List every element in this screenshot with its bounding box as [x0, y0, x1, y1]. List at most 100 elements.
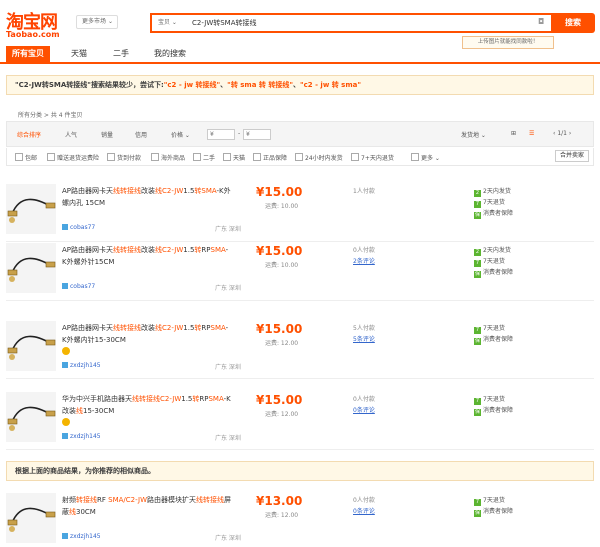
suggestion-link[interactable]: "转 sma 转 转接线" — [227, 81, 293, 89]
service-badge[interactable]: 2 2天内发货 — [474, 245, 511, 256]
service-badge[interactable]: 保消费者保障 — [474, 267, 513, 278]
title-text: 华为中兴手机路由器天 — [62, 395, 132, 403]
price-to-input[interactable]: ¥ — [243, 129, 271, 140]
product-title[interactable]: AP路由器网卡天线转接线改装线C2-JW1.5转RPSMA-K外螺外针15CM — [62, 244, 232, 268]
search-button[interactable]: 搜索 — [551, 13, 595, 33]
service-badge[interactable]: 保消费者保障 — [474, 405, 513, 416]
service-badge[interactable]: 7 7天退货 — [474, 495, 505, 506]
title-text: 改装 — [141, 187, 156, 195]
sales-count: 5人付款 — [353, 325, 375, 332]
filter-more[interactable]: 更多 ⌄ — [411, 153, 440, 162]
service-label: 2天内发货 — [483, 188, 511, 195]
filter-cod[interactable]: 货到付款 — [107, 153, 141, 162]
product-thumb[interactable] — [6, 243, 56, 293]
region-select[interactable]: 更多市场 ⌄ — [76, 15, 118, 29]
tab-all[interactable]: 所有宝贝 — [6, 46, 50, 62]
product-title[interactable]: AP路由器网卡天线转接线改装线C2-JW1.5转RPSMA-K外螺内针15-30… — [62, 322, 232, 346]
service-icon: 7 — [474, 327, 481, 334]
title-text: RP — [201, 324, 211, 332]
product-image[interactable] — [6, 184, 56, 234]
filter-24h-ship[interactable]: 24小时内发货 — [295, 153, 343, 162]
shop-link[interactable]: zxdzjh145 — [62, 433, 101, 440]
service-icon: 7 — [474, 201, 481, 208]
sort-sales[interactable]: 销量 — [101, 130, 113, 139]
filter-tmall[interactable]: 天猫 — [223, 153, 245, 162]
service-icon: 2 — [474, 190, 481, 197]
product-price: ¥15.00 — [256, 244, 303, 258]
breadcrumb-root[interactable]: 所有分类 — [18, 112, 42, 119]
sort-price-label: 价格 — [171, 132, 184, 139]
review-count-link[interactable]: 5条评论 — [353, 334, 375, 343]
product-image[interactable] — [6, 392, 56, 442]
sort-popularity[interactable]: 人气 — [65, 130, 77, 139]
service-label: 消费者保障 — [483, 269, 514, 276]
shop-link[interactable]: zxdzjh145 — [62, 533, 101, 540]
gold-seller-icon — [62, 418, 70, 426]
suggestion-link[interactable]: "c2 - jw 转接线" — [164, 81, 220, 89]
search-category-select[interactable]: 宝贝 ⌄ — [158, 17, 177, 29]
service-badge[interactable]: 保消费者保障 — [474, 208, 513, 219]
product-title[interactable]: 射频转接线RF SMA/C2-JW路由器模块扩天线转接线屏蔽线30CM — [62, 494, 232, 518]
product-image[interactable] — [6, 493, 56, 543]
product-thumb[interactable] — [6, 321, 56, 371]
grid-view-icon[interactable]: ⊞ — [511, 130, 516, 137]
suggestion-link[interactable]: "c2 - jw 转 sma" — [300, 81, 361, 89]
service-badge[interactable]: 7 7天退货 — [474, 394, 505, 405]
product-thumb[interactable] — [6, 493, 56, 543]
title-highlight: 线转 — [196, 496, 210, 504]
service-badge[interactable]: 7 7天退货 — [474, 323, 505, 334]
sort-bar: 综合排序 人气 销量 信用 价格 ⌄ ¥ - ¥ 发货地 ⌄ ⊞ ☰ ‹ 1/1… — [6, 121, 594, 147]
service-icon: 保 — [474, 212, 481, 219]
filter-secondhand[interactable]: 二手 — [193, 153, 215, 162]
title-text: AP路由器网卡天 — [62, 187, 114, 195]
shop-name: cobas77 — [70, 283, 96, 290]
title-highlight: 线C2-JW — [155, 246, 184, 254]
product-image[interactable] — [6, 321, 56, 371]
product-title[interactable]: AP路由器网卡天线转接线改装线C2-JW1.5转SMA-K外螺内孔 15CM — [62, 185, 232, 209]
service-badge[interactable]: 7 7天退货 — [474, 256, 505, 267]
product-row: 射频转接线RF SMA/C2-JW路由器模块扩天线转接线屏蔽线30CM zxdzj… — [6, 493, 594, 547]
shop-link[interactable]: zxdzjh145 — [62, 362, 101, 369]
service-badge[interactable]: 保消费者保障 — [474, 334, 513, 345]
sort-default[interactable]: 综合排序 — [17, 130, 41, 139]
service-badge[interactable]: 2 2天内发货 — [474, 186, 511, 197]
filter-return-insurance[interactable]: 赠送退货运费险 — [47, 153, 99, 162]
tab-bar: 所有宝贝 天猫 二手 我的搜索 — [0, 46, 600, 64]
product-title[interactable]: 华为中兴手机路由器天线转接线C2-JW1.5转RPSMA-K改装线15-30CM — [62, 393, 232, 417]
review-count-link[interactable]: 2条评论 — [353, 256, 375, 265]
review-count-link[interactable]: 0条评论 — [353, 405, 375, 414]
shop-link[interactable]: cobas77 — [62, 224, 95, 231]
sort-price[interactable]: 价格 ⌄ — [171, 130, 190, 139]
filter-7day-return[interactable]: 7+天内退货 — [351, 153, 394, 162]
tab-my-search[interactable]: 我的搜索 — [148, 46, 192, 62]
sort-credit[interactable]: 信用 — [135, 130, 147, 139]
price-from-input[interactable]: ¥ — [207, 129, 235, 140]
page-number: 1/1 — [557, 130, 567, 137]
review-count-link[interactable]: 0条评论 — [353, 506, 375, 515]
filter-free-shipping[interactable]: 包邮 — [15, 153, 37, 162]
shop-link[interactable]: cobas77 — [62, 283, 95, 290]
product-image[interactable] — [6, 243, 56, 293]
product-row: 华为中兴手机路由器天线转接线C2-JW1.5转RPSMA-K改装线15-30CM… — [6, 392, 594, 450]
service-icon: 7 — [474, 398, 481, 405]
product-thumb[interactable] — [6, 392, 56, 442]
taobao-logo-en[interactable]: Taobao.com — [6, 30, 60, 39]
ship-from-select[interactable]: 发货地 ⌄ — [461, 130, 486, 139]
service-badge[interactable]: 7 7天退货 — [474, 197, 505, 208]
result-count: 共 4 件宝贝 — [50, 112, 83, 119]
tab-tmall[interactable]: 天猫 — [64, 46, 94, 62]
merge-sellers-button[interactable]: 合并卖家 — [555, 150, 589, 162]
title-highlight: SMA — [201, 187, 217, 195]
service-badge[interactable]: 保消费者保障 — [474, 506, 513, 517]
title-text: 路由器模块扩天 — [147, 496, 196, 504]
filter-overseas[interactable]: 海外商品 — [151, 153, 185, 162]
shop-icon — [62, 533, 68, 539]
search-input[interactable]: C2-JW转SMA转接线 — [192, 17, 257, 29]
suggestion-bar: "C2-JW转SMA转接线"搜索结果较少，尝试下:"c2 - jw 转接线" 、"… — [6, 75, 594, 95]
pager: ‹ 1/1 › — [553, 130, 572, 137]
camera-icon[interactable]: ◘ — [538, 17, 547, 26]
tab-secondhand[interactable]: 二手 — [106, 46, 136, 62]
filter-genuine[interactable]: 正品保障 — [253, 153, 287, 162]
list-view-icon[interactable]: ☰ — [529, 130, 534, 137]
product-thumb[interactable] — [6, 184, 56, 234]
